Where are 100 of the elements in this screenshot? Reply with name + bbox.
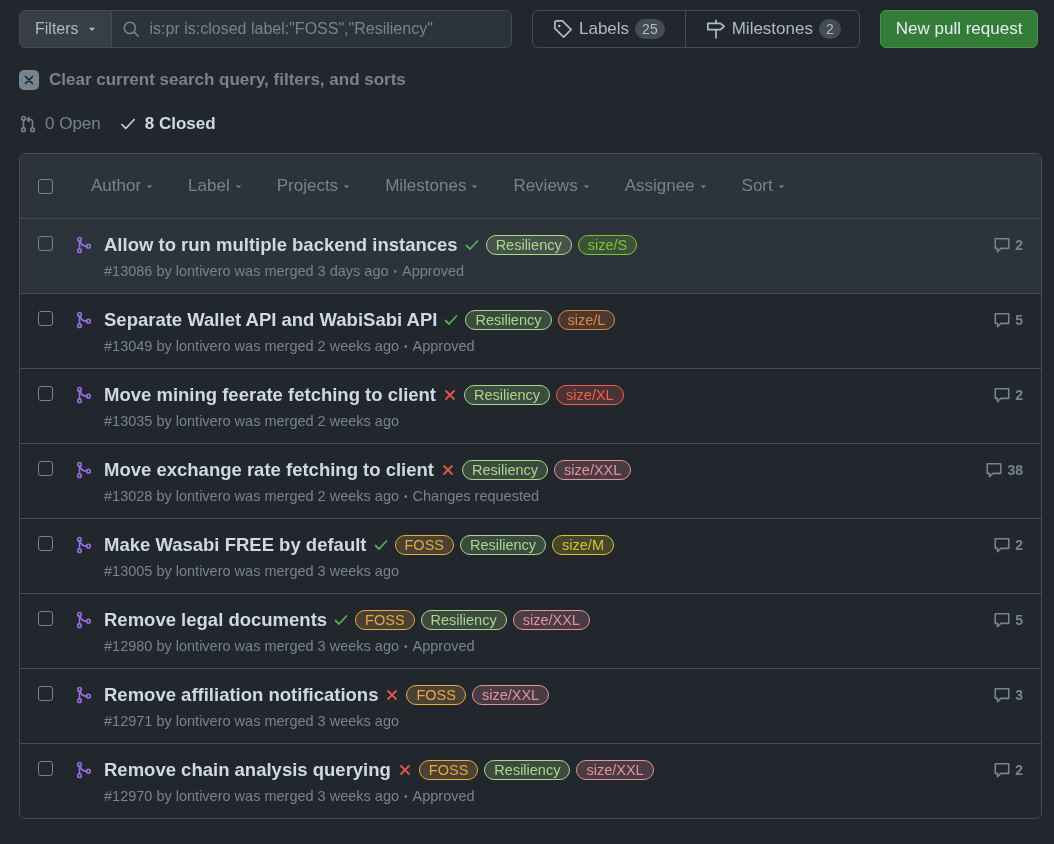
pull-request-row[interactable]: Remove affiliation notifications FOSS size/XXL #12971 by lontivero was merged 3 weeks ago 3 <box>20 668 1041 743</box>
merged-icon <box>75 611 93 629</box>
pull-request-title[interactable]: Move exchange rate fetching to client <box>104 459 434 481</box>
pull-request-title[interactable]: Remove affiliation notifications <box>104 684 379 706</box>
pull-request-row[interactable]: Remove chain analysis querying FOSS Resiliency size/XXL #12970 by lontivero was merged 3 weeks ago • Approved 2 <box>20 743 1041 818</box>
new-pull-request-button[interactable]: New pull request <box>879 10 1039 48</box>
review-status-link[interactable]: Approved <box>412 338 475 354</box>
comments-link[interactable]: 2 <box>993 236 1023 254</box>
label-tag[interactable]: Resiliency <box>484 760 571 780</box>
separator-dot: • <box>393 265 398 277</box>
filter-dropdown[interactable]: Assignee <box>624 176 708 196</box>
comment-icon <box>993 236 1012 254</box>
label-tag[interactable]: FOSS <box>406 685 466 705</box>
merged-icon <box>75 386 93 404</box>
label-tag[interactable]: size/L <box>557 310 616 330</box>
pull-request-row[interactable]: Make Wasabi FREE by default FOSS Resiliency size/M #13005 by lontivero was merged 3 weeks ago 2 <box>20 518 1041 593</box>
filter-dropdown[interactable]: Sort <box>741 176 786 196</box>
review-status-link[interactable]: Approved <box>402 263 465 279</box>
pull-request-row[interactable]: Remove legal documents FOSS Resiliency size/XXL #12980 by lontivero was merged 3 weeks ago • Approved 5 <box>20 593 1041 668</box>
filter-dropdown[interactable]: Milestones <box>385 176 480 196</box>
label-tag[interactable]: size/XL <box>556 385 624 405</box>
milestones-link[interactable]: Milestones 2 <box>684 11 859 47</box>
pull-request-title[interactable]: Allow to run multiple backend instances <box>104 234 458 256</box>
clear-icon[interactable] <box>19 70 39 90</box>
select-all-checkbox[interactable] <box>38 178 53 194</box>
comment-icon <box>993 611 1012 629</box>
pull-request-row[interactable]: Move mining feerate fetching to client Resiliency size/XL #13035 by lontivero was merged 2 weeks ago 2 <box>20 368 1041 443</box>
state-tab[interactable]: 0 Open <box>19 114 101 134</box>
separator-dot: • <box>404 790 408 802</box>
label-tag[interactable]: FOSS <box>418 760 479 780</box>
label-tag[interactable]: size/XXL <box>471 685 550 705</box>
row-checkbox[interactable] <box>38 536 53 551</box>
filter-dropdown[interactable]: Author <box>91 176 155 196</box>
row-checkbox[interactable] <box>38 236 53 251</box>
pull-request-row[interactable]: Move exchange rate fetching to client Resiliency size/XXL #13028 by lontivero was merged 2 weeks ago • Changes requested 38 <box>20 443 1041 518</box>
label-tag[interactable]: FOSS <box>394 535 454 555</box>
label-tag[interactable]: size/XXL <box>576 760 654 780</box>
clear-filters-link[interactable]: Clear current search query, filters, and sorts <box>49 70 406 90</box>
filters-button[interactable]: Filters <box>20 11 112 47</box>
separator-dot: • <box>404 340 408 352</box>
row-checkbox[interactable] <box>38 761 53 776</box>
row-checkbox[interactable] <box>38 386 53 401</box>
comments-link[interactable]: 2 <box>993 536 1023 554</box>
review-status-link[interactable]: Approved <box>412 638 475 654</box>
label-tag[interactable]: size/XXL <box>554 460 632 480</box>
count-badge: 25 <box>635 19 665 39</box>
label-tag[interactable]: Resiliency <box>460 535 547 555</box>
pull-request-meta: #13028 by lontivero was merged 2 weeks ago <box>104 488 399 504</box>
row-checkbox[interactable] <box>38 461 53 476</box>
label-tag[interactable]: Resiliency <box>462 460 549 480</box>
pull-request-meta: #12980 by lontivero was merged 3 weeks ago <box>104 638 399 654</box>
comments-link[interactable]: 5 <box>993 611 1023 629</box>
merged-icon <box>75 236 93 254</box>
state-tab[interactable]: 8 Closed <box>118 114 216 134</box>
pull-request-meta: #13086 by lontivero was merged 3 days ago <box>104 263 389 279</box>
pull-request-meta: #12970 by lontivero was merged 3 weeks ago <box>104 788 399 804</box>
comment-icon <box>993 761 1012 779</box>
filter-dropdown[interactable]: Label <box>188 176 243 196</box>
comments-link[interactable]: 2 <box>993 761 1023 779</box>
label-tag[interactable]: Resiliency <box>465 310 552 330</box>
merged-icon <box>75 461 93 479</box>
pull-request-title[interactable]: Move mining feerate fetching to client <box>104 384 436 406</box>
search-icon <box>121 20 140 38</box>
label-tag[interactable]: Resiliency <box>464 385 551 405</box>
comments-link[interactable]: 5 <box>993 311 1023 329</box>
label-tag[interactable]: size/XXL <box>512 610 590 630</box>
nav-label: Milestones <box>731 19 813 39</box>
row-checkbox[interactable] <box>38 686 53 701</box>
comment-icon <box>985 461 1004 479</box>
pull-request-row[interactable]: Allow to run multiple backend instances Resiliency size/S #13086 by lontivero was merged 3 days ago • Approved 2 <box>20 218 1041 293</box>
pull-request-title[interactable]: Remove chain analysis querying <box>104 759 391 781</box>
row-checkbox[interactable] <box>38 311 53 326</box>
label-tag[interactable]: Resiliency <box>420 610 507 630</box>
review-status-link[interactable]: Changes requested <box>412 488 540 504</box>
row-checkbox[interactable] <box>38 611 53 626</box>
review-status-link[interactable]: Approved <box>412 788 475 804</box>
search-input[interactable]: is:pr is:closed label:"FOSS","Resiliency" <box>147 19 501 39</box>
label-tag[interactable]: Resiliency <box>485 235 572 255</box>
pull-request-title[interactable]: Remove legal documents <box>104 609 328 631</box>
pull-request-icon <box>19 115 37 133</box>
count-badge: 2 <box>818 19 841 39</box>
separator-dot: • <box>404 490 408 502</box>
comments-link[interactable]: 38 <box>985 461 1023 479</box>
comments-link[interactable]: 3 <box>993 686 1023 704</box>
merged-icon <box>75 311 93 329</box>
pull-request-title[interactable]: Separate Wallet API and WabiSabi API <box>104 309 438 331</box>
merged-icon <box>75 761 93 779</box>
label-tag[interactable]: size/S <box>577 235 638 255</box>
pull-request-meta: #13035 by lontivero was merged 2 weeks ago <box>104 413 399 429</box>
pull-request-title[interactable]: Make Wasabi FREE by default <box>104 534 367 556</box>
milestone-icon <box>705 19 726 39</box>
pull-request-row[interactable]: Separate Wallet API and WabiSabi API Resiliency size/L #13049 by lontivero was merged 2 weeks ago • Approved 5 <box>20 293 1041 368</box>
comment-icon <box>993 686 1012 704</box>
filter-dropdown[interactable]: Projects <box>276 176 352 196</box>
labels-link[interactable]: Labels 25 <box>533 11 685 47</box>
tag-icon <box>553 19 573 39</box>
label-tag[interactable]: size/M <box>552 535 614 555</box>
comments-link[interactable]: 2 <box>993 386 1023 404</box>
label-tag[interactable]: FOSS <box>355 610 415 630</box>
filter-dropdown[interactable]: Reviews <box>513 176 591 196</box>
